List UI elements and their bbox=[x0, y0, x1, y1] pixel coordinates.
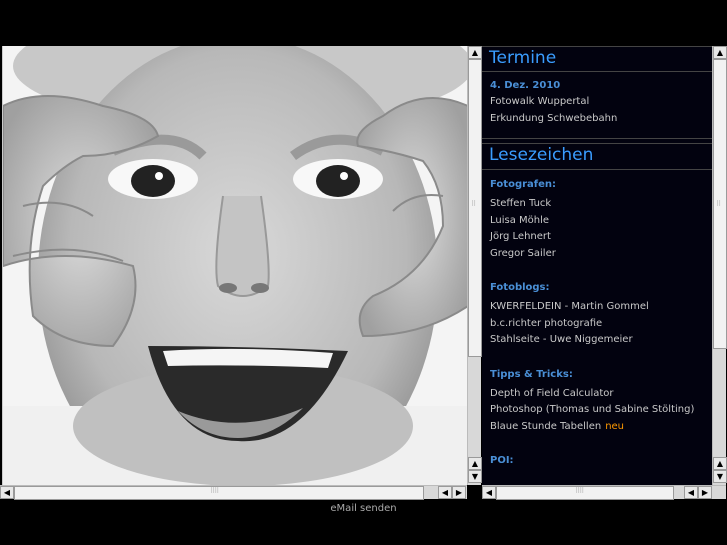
scroll-left-button[interactable]: ◀ bbox=[0, 486, 14, 499]
scroll-up-button[interactable]: ▲ bbox=[468, 46, 482, 59]
sidebar-frame: Termine 4. Dez. 2010 Fotowalk Wuppertal … bbox=[482, 46, 712, 485]
scroll-thumb[interactable]: ⠿ bbox=[468, 59, 482, 357]
scroll-down-button[interactable]: ▼ bbox=[468, 470, 482, 483]
tipps-link-row: Blaue Stunde Tabellen neu bbox=[482, 419, 712, 436]
fotoblog-link[interactable]: KWERFELDEIN - Martin Gommel bbox=[482, 299, 712, 316]
grip-icon: ⠿ bbox=[716, 200, 721, 208]
tipps-link[interactable]: Depth of Field Calculator bbox=[482, 386, 712, 403]
sidebar-horizontal-scrollbar[interactable]: ◀ ⠿⠿ ◀ ▶ bbox=[482, 485, 726, 500]
fotograf-link[interactable]: Steffen Tuck bbox=[482, 196, 712, 213]
fotograf-link[interactable]: Jörg Lehnert bbox=[482, 229, 712, 246]
fotograf-link[interactable]: Luisa Möhle bbox=[482, 213, 712, 230]
termine-item[interactable]: Fotowalk Wuppertal bbox=[482, 94, 712, 111]
scroll-thumb[interactable]: ⠿ bbox=[713, 59, 727, 349]
scroll-left-button-lower[interactable]: ◀ bbox=[438, 486, 452, 499]
tipps-link[interactable]: Blaue Stunde Tabellen bbox=[490, 421, 601, 432]
scroll-left-button-lower[interactable]: ◀ bbox=[684, 486, 698, 499]
termine-item[interactable]: Erkundung Schwebebahn bbox=[482, 111, 712, 128]
photo-vertical-scrollbar[interactable]: ▲ ⠿ ▲ ▼ bbox=[467, 46, 482, 485]
photo-frame bbox=[2, 46, 467, 485]
scroll-right-button[interactable]: ▶ bbox=[452, 486, 466, 499]
scroll-up-button-lower[interactable]: ▲ bbox=[468, 457, 482, 470]
email-link[interactable]: eMail senden bbox=[0, 503, 727, 514]
new-badge: neu bbox=[605, 420, 625, 432]
grip-icon: ⠿ bbox=[471, 200, 476, 208]
horizontal-scroll-thumb[interactable]: ⠿⠿ bbox=[14, 486, 424, 500]
tipps-link[interactable]: Photoshop (Thomas und Sabine Stölting) bbox=[482, 402, 712, 419]
photo-horizontal-scrollbar[interactable]: ◀ ⠿⠿ ◀ ▶ bbox=[0, 485, 467, 500]
tipps-heading: Tipps & Tricks: bbox=[490, 368, 573, 380]
scroll-up-button-lower[interactable]: ▲ bbox=[713, 457, 727, 470]
grip-icon: ⠿⠿ bbox=[210, 487, 219, 495]
fotografen-heading: Fotografen: bbox=[490, 179, 557, 190]
fotoblog-link[interactable]: b.c.richter photografie bbox=[482, 316, 712, 333]
scroll-down-button[interactable]: ▼ bbox=[713, 470, 727, 483]
fotograf-link[interactable]: Gregor Sailer bbox=[482, 246, 712, 263]
scroll-left-button[interactable]: ◀ bbox=[482, 486, 496, 499]
horizontal-scroll-thumb[interactable]: ⠿⠿ bbox=[496, 486, 674, 500]
termine-date: 4. Dez. 2010 bbox=[490, 80, 561, 91]
fotoblog-link[interactable]: Stahlseite - Uwe Niggemeier bbox=[482, 332, 712, 349]
termine-title: Termine bbox=[489, 48, 557, 68]
lesezeichen-title: Lesezeichen bbox=[489, 145, 594, 165]
grip-icon: ⠿⠿ bbox=[575, 487, 584, 495]
lesezeichen-header: Lesezeichen bbox=[482, 143, 712, 170]
poi-heading: POI: bbox=[490, 455, 514, 466]
termine-header: Termine bbox=[482, 46, 712, 72]
scroll-up-button[interactable]: ▲ bbox=[713, 46, 727, 59]
sidebar-vertical-scrollbar[interactable]: ▲ ⠿ ▲ ▼ bbox=[712, 46, 727, 485]
portrait-photo bbox=[3, 46, 467, 485]
scroll-right-button[interactable]: ▶ bbox=[698, 486, 712, 499]
fotoblogs-heading: Fotoblogs: bbox=[490, 282, 550, 293]
